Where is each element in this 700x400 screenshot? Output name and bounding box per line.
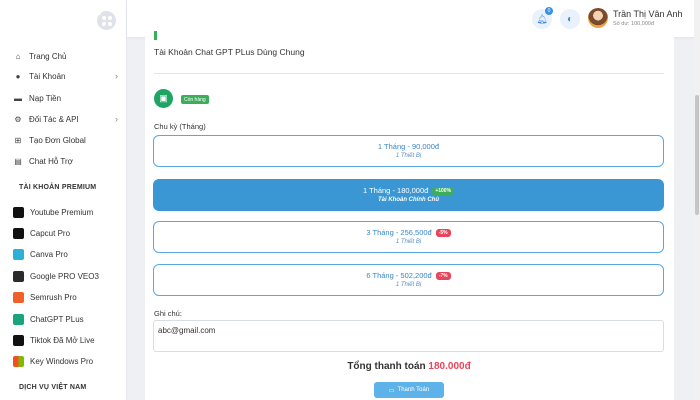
option-title: 6 Tháng - 502,200đ xyxy=(366,271,432,280)
cart-icon: ⊞ xyxy=(14,135,22,145)
sidebar-item-topup[interactable]: ▬ Nạp Tiền xyxy=(13,90,118,106)
chat-icon: ▤ xyxy=(14,156,22,166)
option-title: 1 Tháng - 90,000đ xyxy=(377,142,440,151)
pay-button[interactable]: ▭ Thanh Toán xyxy=(374,382,444,398)
option-title: 1 Tháng - 180,000đ xyxy=(362,186,429,195)
sidebar-item-label: Tạo Đơn Global xyxy=(29,135,86,145)
sidebar-item-partner-api[interactable]: ⚙ Đối Tác & API › xyxy=(13,111,118,127)
option-badge: +100% xyxy=(432,186,455,195)
option-6-months[interactable]: 6 Tháng - 502,200đ -7% 1 Thiết Bị xyxy=(153,264,664,296)
bell-icon: 🔔︎ xyxy=(536,13,548,24)
box-icon: ▣ xyxy=(154,89,173,108)
capcut-icon xyxy=(13,227,24,239)
option-title: 3 Tháng - 256,500đ xyxy=(366,228,432,237)
sidebar-item-label: Canva Pro xyxy=(30,249,68,259)
section-title-vietnam: DỊCH VỤ VIỆT NAM xyxy=(19,384,87,391)
user-icon: ● xyxy=(15,71,21,81)
sidebar-item-canva[interactable]: Canva Pro xyxy=(13,246,118,262)
sidebar-item-youtube[interactable]: Youtube Premium xyxy=(13,204,118,220)
scrollbar[interactable] xyxy=(694,0,700,400)
option-1-month-basic[interactable]: 1 Tháng - 90,000đ 1 Thiết Bị xyxy=(153,135,664,167)
total-amount: 180.000đ xyxy=(428,361,471,372)
user-name[interactable]: Trần Thị Vân Anh xyxy=(613,9,683,19)
sidebar-item-account[interactable]: ● Tài Khoản › xyxy=(13,68,118,84)
option-subtitle: 1 Thiết Bị xyxy=(395,153,422,159)
card-icon: ▬ xyxy=(14,93,22,103)
option-subtitle: 1 Thiết Bị xyxy=(395,239,422,245)
menu-grid-icon[interactable] xyxy=(97,11,116,30)
note-label: Ghi chú: xyxy=(154,309,182,318)
avatar[interactable] xyxy=(588,8,608,28)
sidebar-item-label: Trang Chủ xyxy=(29,51,67,61)
chevron-right-icon: › xyxy=(115,71,118,81)
sidebar-item-label: Đối Tác & API xyxy=(29,114,79,124)
tiktok-icon xyxy=(13,334,24,346)
option-title-wrap: 1 Tháng - 180,000đ +100% xyxy=(154,186,663,195)
sidebar-item-home[interactable]: ⌂ Trang Chủ xyxy=(13,48,118,64)
scrollbar-thumb[interactable] xyxy=(695,95,699,215)
total-label: Tổng thanh toán xyxy=(347,361,426,372)
cart-icon: ▭ xyxy=(388,387,395,394)
sidebar-item-capcut[interactable]: Capcut Pro xyxy=(13,225,118,241)
chatgpt-icon xyxy=(13,313,24,325)
sidebar-item-label: Google PRO VEO3 xyxy=(30,271,99,281)
option-subtitle: 1 Thiết Bị xyxy=(395,282,422,288)
product-title: Tài Khoản Chat GPT PLus Dùng Chung xyxy=(154,47,305,57)
option-3-months[interactable]: 3 Tháng - 256,500đ -5% 1 Thiết Bị xyxy=(153,221,664,253)
contrast-icon: ◐ xyxy=(566,13,574,25)
sidebar-item-label: Tài Khoản xyxy=(29,71,66,81)
stock-badge: Còn hàng xyxy=(181,95,209,104)
sidebar-item-google-veo3[interactable]: Google PRO VEO3 xyxy=(13,268,118,284)
total-payment: Tổng thanh toán 180.000đ xyxy=(0,361,700,372)
option-title-wrap: 3 Tháng - 256,500đ -5% xyxy=(154,228,663,237)
section-title-premium: TÀI KHOẢN PREMIUM xyxy=(19,184,97,191)
api-icon: ⚙ xyxy=(14,114,22,124)
pay-button-label: Thanh Toán xyxy=(397,387,430,393)
user-balance: Số dư: 100,000đ xyxy=(613,21,654,27)
sidebar-item-label: Tiktok Đã Mở Live xyxy=(30,335,95,345)
sidebar-item-label: Capcut Pro xyxy=(30,228,71,238)
sidebar: ⌂ Trang Chủ ● Tài Khoản › ▬ Nạp Tiền ⚙ Đ… xyxy=(0,0,127,400)
option-subtitle: Tài Khoản Chính Chủ xyxy=(378,197,439,203)
note-textarea[interactable]: abc@gmail.com xyxy=(153,320,664,352)
sidebar-item-label: Semrush Pro xyxy=(30,292,77,302)
semrush-icon xyxy=(13,291,24,303)
sidebar-item-support-chat[interactable]: ▤ Chat Hỗ Trợ xyxy=(13,153,118,169)
divider xyxy=(154,73,664,74)
notification-button[interactable]: 🔔︎ 0 xyxy=(532,7,553,29)
section-accent-bar xyxy=(154,31,157,40)
top-header: 🔔︎ 0 ◐ Trần Thị Vân Anh Số dư: 100,000đ xyxy=(127,0,700,37)
sidebar-item-semrush[interactable]: Semrush Pro xyxy=(13,289,118,305)
sidebar-item-label: ChatGPT PLus xyxy=(30,314,84,324)
sidebar-item-tiktok[interactable]: Tiktok Đã Mở Live xyxy=(13,332,118,348)
chevron-right-icon: › xyxy=(115,114,118,124)
home-icon: ⌂ xyxy=(15,51,21,61)
notification-badge: 0 xyxy=(545,7,553,15)
sidebar-item-global-order[interactable]: ⊞ Tạo Đơn Global xyxy=(13,132,118,148)
canva-icon xyxy=(13,248,24,260)
option-title-wrap: 6 Tháng - 502,200đ -7% xyxy=(154,271,663,280)
cycle-label: Chu kỳ (Tháng) xyxy=(154,122,206,131)
youtube-icon xyxy=(13,206,24,218)
option-badge: -7% xyxy=(435,271,451,280)
google-veo-icon xyxy=(13,270,24,282)
option-badge: -5% xyxy=(435,228,451,237)
theme-toggle-button[interactable]: ◐ xyxy=(560,9,580,29)
sidebar-item-label: Youtube Premium xyxy=(30,207,94,217)
sidebar-item-chatgpt[interactable]: ChatGPT PLus xyxy=(13,311,118,327)
option-1-month-owner[interactable]: 1 Tháng - 180,000đ +100% Tài Khoản Chính… xyxy=(153,179,664,211)
option-title-wrap: 1 Tháng - 90,000đ xyxy=(154,142,663,151)
sidebar-item-label: Chat Hỗ Trợ xyxy=(29,156,73,166)
sidebar-item-label: Nạp Tiền xyxy=(29,93,62,103)
